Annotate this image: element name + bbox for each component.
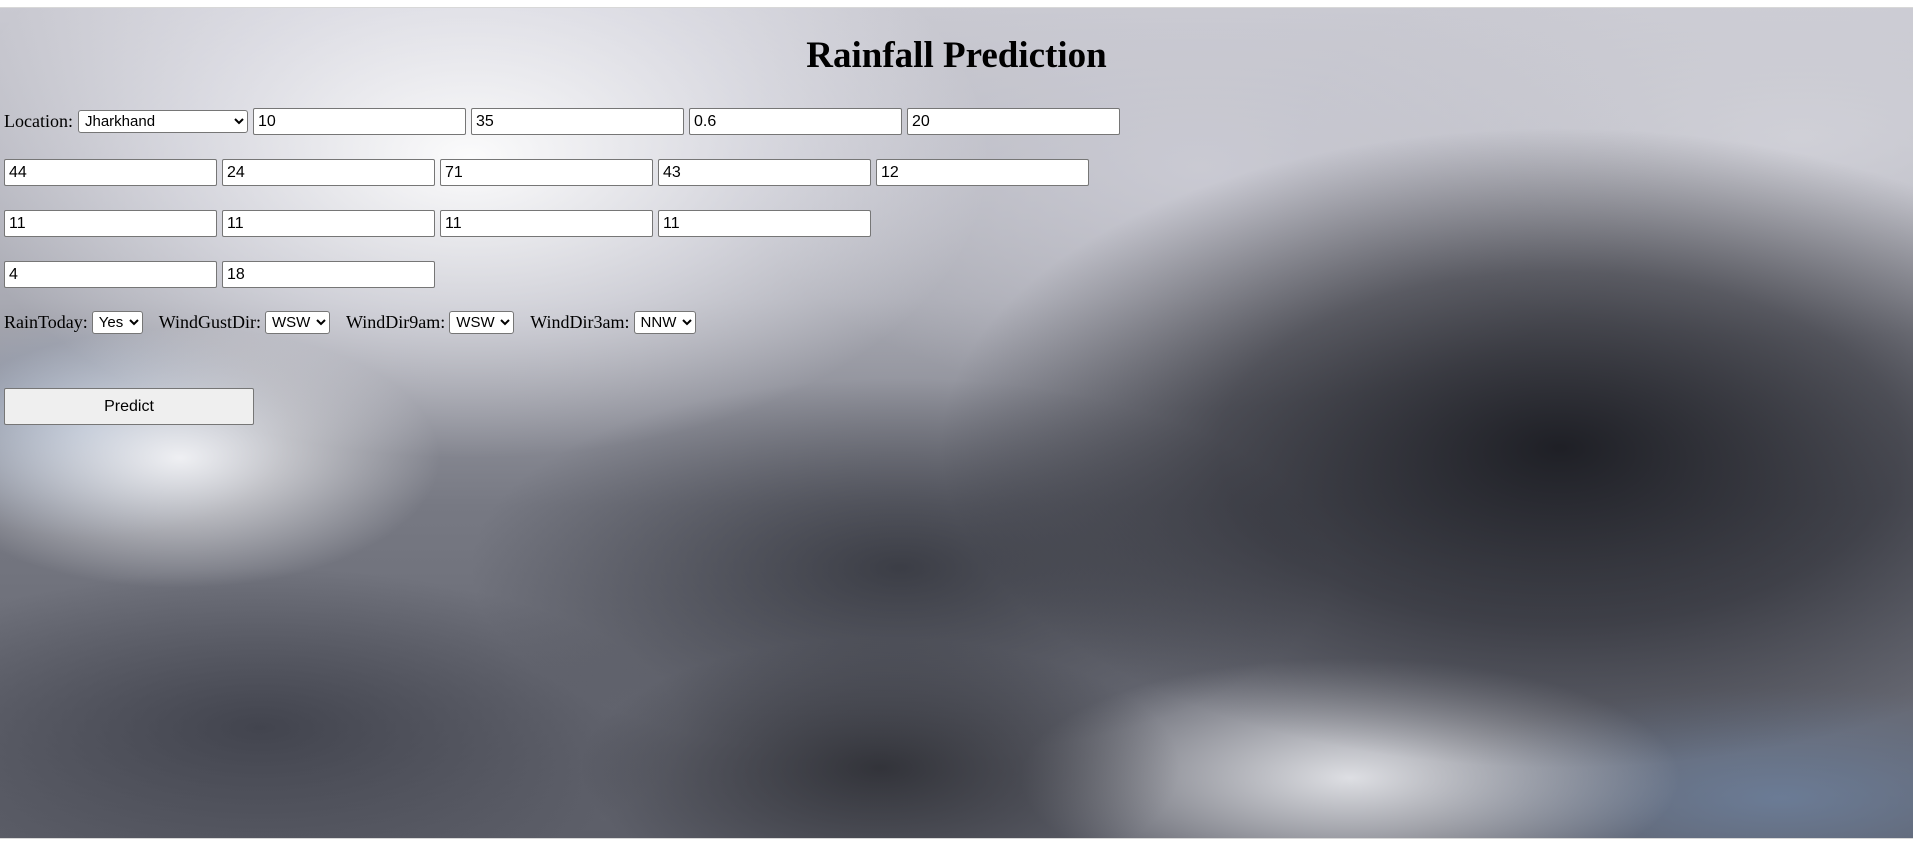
feature-input-13[interactable] xyxy=(658,210,871,237)
location-label: Location: xyxy=(4,111,73,131)
feature-input-8[interactable] xyxy=(658,159,871,186)
predict-button[interactable]: Predict xyxy=(4,388,254,425)
form-row-4 xyxy=(4,261,440,288)
wind-gust-dir-label: WindGustDir: xyxy=(158,312,262,332)
cloud-background: Rainfall Prediction Location: Jharkhand … xyxy=(0,7,1913,839)
wind-dir-3pm-select[interactable]: NNW xyxy=(633,311,696,334)
wind-dir-9am-select[interactable]: WSW xyxy=(449,311,515,334)
feature-input-4[interactable] xyxy=(906,108,1120,135)
form-row-1: Location: Jharkhand xyxy=(4,108,1125,135)
page-title: Rainfall Prediction xyxy=(806,35,1107,76)
wind-dir-9am-label: WindDir9am: xyxy=(346,312,446,332)
feature-input-12[interactable] xyxy=(440,210,653,237)
wind-dir-3pm-label: WindDir3am: xyxy=(530,312,630,332)
rain-today-label: RainToday: xyxy=(4,312,88,332)
feature-input-7[interactable] xyxy=(440,159,653,186)
feature-input-2[interactable] xyxy=(470,108,684,135)
feature-input-3[interactable] xyxy=(688,108,902,135)
location-select[interactable]: Jharkhand xyxy=(77,110,248,133)
rain-today-select[interactable]: Yes xyxy=(91,311,143,334)
feature-input-6[interactable] xyxy=(222,159,435,186)
feature-input-1[interactable] xyxy=(252,108,466,135)
form-row-5: RainToday: Yes WindGustDir: WSW WindDir9… xyxy=(4,311,712,334)
feature-input-10[interactable] xyxy=(4,210,217,237)
feature-input-5[interactable] xyxy=(4,159,217,186)
feature-input-15[interactable] xyxy=(222,261,435,288)
feature-input-14[interactable] xyxy=(4,261,217,288)
form-row-3 xyxy=(4,210,876,237)
feature-input-11[interactable] xyxy=(222,210,435,237)
wind-gust-dir-select[interactable]: WSW xyxy=(265,311,331,334)
form-row-2 xyxy=(4,159,1094,186)
feature-input-9[interactable] xyxy=(876,159,1089,186)
